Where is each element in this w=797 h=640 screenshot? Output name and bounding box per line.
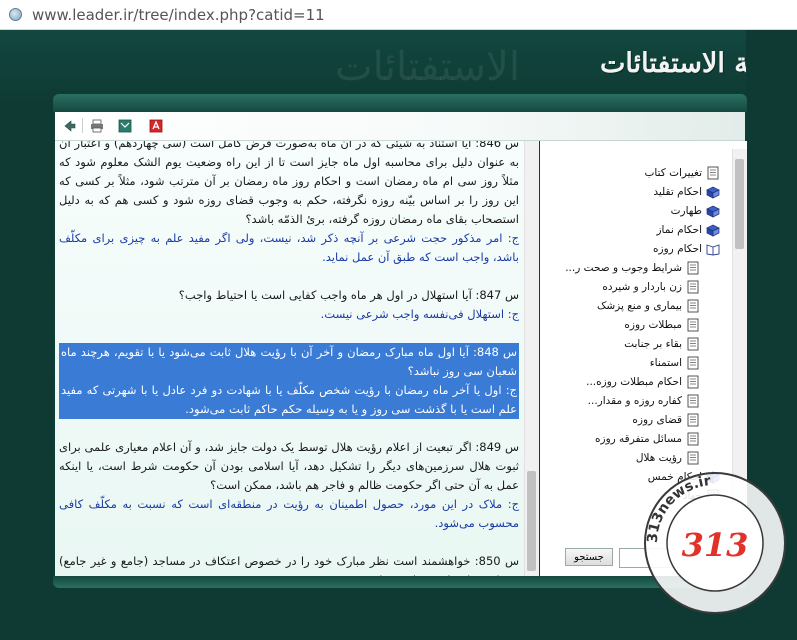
page-icon bbox=[686, 356, 700, 370]
tree-item[interactable]: بیماری و منع پزشک bbox=[597, 297, 700, 315]
selected-text-block[interactable]: س 848: آیا اول ماه مبارک رمضان و آخر آن … bbox=[59, 343, 519, 419]
stamp-number: 313 bbox=[682, 526, 749, 564]
email-icon[interactable] bbox=[118, 118, 132, 133]
answer-846: ج: امر مذکور حجت شرعی بر آنچه ذکر شد، نی… bbox=[59, 231, 519, 264]
tree-item-label: مسائل متفرقه روزه bbox=[595, 433, 682, 445]
page-icon bbox=[686, 432, 700, 446]
book-icon bbox=[706, 204, 720, 218]
page-icon bbox=[686, 318, 700, 332]
question-847: س 847: آیا استهلال در اول هر ماه واجب کف… bbox=[178, 288, 519, 302]
tree-item[interactable]: استمناء bbox=[650, 354, 700, 372]
tree-item[interactable]: شرایط وجوب و صحت ر... bbox=[565, 259, 700, 277]
page-icon bbox=[686, 451, 700, 465]
search-button[interactable]: جستجو bbox=[565, 548, 613, 566]
frame-top-bar bbox=[53, 94, 747, 112]
tree-item-label: شرایط وجوب و صحت ر... bbox=[565, 262, 682, 274]
page-icon bbox=[686, 413, 700, 427]
tree-item-label: احکام مبطلات روزه... bbox=[586, 376, 682, 388]
tree-item[interactable]: مبطلات روزه bbox=[624, 316, 700, 334]
answer-848: ج: اول یا آخر ماه رمضان با رؤیت شخص مکلّ… bbox=[61, 383, 517, 416]
tree-item[interactable]: احکام روزه bbox=[653, 240, 720, 258]
tree-item[interactable]: بقاء بر جنابت bbox=[624, 335, 700, 353]
tree-item[interactable]: احکام نماز bbox=[656, 221, 720, 239]
article-body: س 846: آیا استناد به شیئی که در آن ماه ب… bbox=[59, 141, 519, 576]
tree-scrollbar-thumb[interactable] bbox=[735, 159, 744, 249]
open-book-icon bbox=[706, 242, 720, 256]
tree-item-label: قضای روزه bbox=[632, 414, 682, 426]
page-icon bbox=[686, 261, 700, 275]
book-icon bbox=[706, 185, 720, 199]
page-icon bbox=[686, 299, 700, 313]
article-pane[interactable]: س 846: آیا استناد به شیئی که در آن ماه ب… bbox=[55, 141, 539, 576]
page-icon bbox=[686, 375, 700, 389]
question-848: س 848: آیا اول ماه مبارک رمضان و آخر آن … bbox=[61, 345, 517, 378]
tree-item-label: استمناء bbox=[649, 357, 682, 369]
tree-item-label: احکام نماز bbox=[656, 224, 702, 236]
tree-item[interactable]: تغییرات کتاب bbox=[644, 164, 720, 182]
header-watermark: الاستفتائات bbox=[335, 44, 520, 90]
tree-item[interactable]: زن باردار و شیرده bbox=[602, 278, 700, 296]
question-849: س 849: اگر تبعیت از اعلام رؤیت هلال توسط… bbox=[59, 440, 520, 492]
tree-item-label: رؤیت هلال bbox=[635, 452, 682, 464]
article-scrollbar-thumb[interactable] bbox=[527, 471, 536, 571]
tree-item-label: بقاء بر جنابت bbox=[624, 338, 682, 350]
pdf-icon[interactable] bbox=[149, 118, 163, 133]
book-icon bbox=[706, 223, 720, 237]
article-scrollbar[interactable] bbox=[524, 141, 539, 576]
question-850: س 850: خواهشمند است نظر مبارک خود را در … bbox=[59, 554, 519, 576]
page-icon bbox=[686, 280, 700, 294]
globe-icon bbox=[9, 8, 22, 21]
tree-item[interactable]: کفاره روزه و مقدار... bbox=[588, 392, 700, 410]
tree-item-label: تغییرات کتاب bbox=[644, 167, 702, 179]
tree-item-label: طهارت bbox=[670, 205, 702, 217]
question-846: س 846: آیا استناد به شیئی که در آن ماه ب… bbox=[59, 141, 519, 226]
print-icon[interactable] bbox=[90, 118, 104, 133]
browser-address-bar[interactable]: www.leader.ir/tree/index.php?catid=11 bbox=[0, 0, 797, 30]
toolbar-divider bbox=[82, 118, 83, 133]
tree-item-label: احکام روزه bbox=[653, 243, 702, 255]
tree-item[interactable]: رؤیت هلال bbox=[636, 449, 700, 467]
url-text[interactable]: www.leader.ir/tree/index.php?catid=11 bbox=[32, 6, 325, 24]
site-stamp-watermark: 313news.ir 313 bbox=[644, 472, 786, 614]
tree-item[interactable]: احکام مبطلات روزه... bbox=[586, 373, 700, 391]
page-icon bbox=[686, 394, 700, 408]
tree-item-label: مبطلات روزه bbox=[624, 319, 682, 331]
answer-847: ج: استهلال فی‌نفسه واجب شرعی نیست. bbox=[320, 307, 519, 321]
tree-item[interactable]: طهارت bbox=[671, 202, 720, 220]
tree-item[interactable]: قضای روزه bbox=[632, 411, 700, 429]
tree-item-label: بیماری و منع پزشک bbox=[596, 300, 682, 312]
page-icon bbox=[686, 337, 700, 351]
page-icon bbox=[706, 166, 720, 180]
back-icon[interactable] bbox=[63, 118, 77, 132]
answer-849: ج: ملاک در این مورد، حصول اطمینان به رؤی… bbox=[59, 497, 519, 530]
tree-item[interactable]: مسائل متفرقه روزه bbox=[595, 430, 700, 448]
article-toolbar bbox=[55, 112, 745, 141]
tree-item-label: کفاره روزه و مقدار... bbox=[587, 395, 682, 407]
tree-item-label: زن باردار و شیرده bbox=[602, 281, 682, 293]
tree-item-label: احکام تقلید bbox=[653, 186, 702, 198]
tree-item[interactable]: احکام تقلید bbox=[653, 183, 720, 201]
